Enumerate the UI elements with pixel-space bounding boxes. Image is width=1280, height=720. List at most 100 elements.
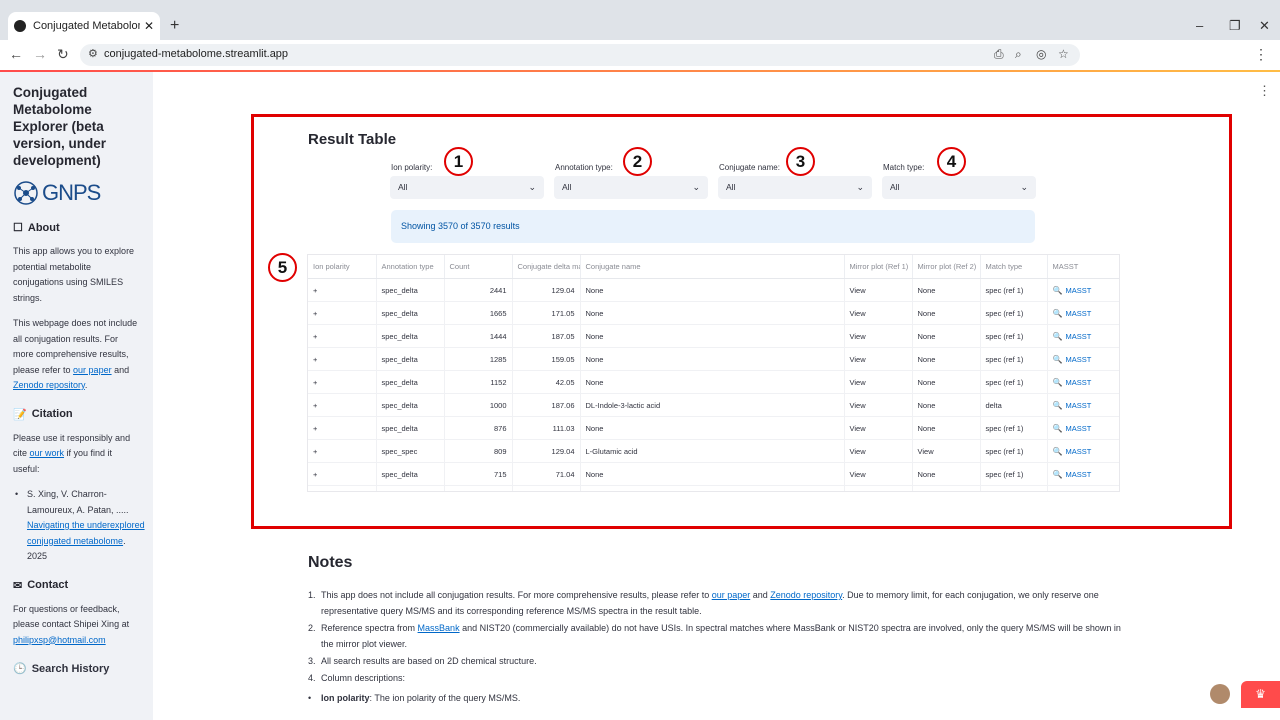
table-cell[interactable]: None (912, 485, 981, 491)
masst-link[interactable]: MASST (1065, 355, 1091, 364)
table-row[interactable]: +spec_delta673159.075-HydroxytryptopholV… (308, 485, 1119, 491)
annotation-type-select[interactable]: All ⌄ (554, 176, 708, 199)
column-header[interactable]: Mirror plot (Ref 2) (912, 255, 981, 279)
column-header[interactable]: Mirror plot (Ref 1) (844, 255, 913, 279)
column-header[interactable]: Count (444, 255, 513, 279)
masst-link[interactable]: MASST (1065, 470, 1091, 479)
table-cell[interactable]: 🔍MASST (1047, 301, 1119, 325)
table-cell[interactable]: 🔍MASST (1047, 485, 1119, 491)
reload-icon[interactable]: ↻ (57, 46, 69, 63)
table-row[interactable]: + spec_delta 1665 171.05 None View None spec (r… (308, 301, 1119, 325)
match-type-select[interactable]: All ⌄ (882, 176, 1036, 199)
column-header[interactable]: Conjugate name (580, 255, 845, 279)
table-cell[interactable]: None (912, 278, 981, 302)
table-cell[interactable]: 🔍MASST (1047, 347, 1119, 371)
table-cell[interactable]: None (912, 301, 981, 325)
contact-email-link[interactable]: philipxsp@hotmail.com (13, 635, 106, 645)
table-cell[interactable]: None (912, 416, 981, 440)
envelope-icon: ✉ (13, 579, 23, 592)
note-3-text: All search results are based on 2D chemi… (321, 656, 537, 666)
browser-tabstrip: Conjugated Metabolome Explor ✕ + – ❐ ✕ (0, 0, 1280, 40)
conjugate-name-select[interactable]: All ⌄ (718, 176, 872, 199)
table-cell[interactable]: View (912, 439, 981, 463)
app-menu-icon[interactable]: ⋮ (1258, 83, 1271, 99)
table-cell[interactable]: View (844, 301, 913, 325)
table-cell: spec (ref 1) (980, 439, 1048, 463)
table-cell[interactable]: 🔍MASST (1047, 462, 1119, 486)
table-cell[interactable]: None (912, 347, 981, 371)
note-zenodo-link[interactable]: Zenodo repository (770, 590, 842, 600)
about-heading-text: About (27, 221, 60, 234)
table-cell[interactable]: 🔍MASST (1047, 278, 1119, 302)
install-app-icon[interactable]: ⎙ (994, 47, 1004, 62)
streamlit-badge-icon[interactable]: ♛ (1241, 681, 1280, 708)
table-cell: 1665 (444, 301, 513, 325)
column-header[interactable]: Annotation type (376, 255, 445, 279)
zenodo-link[interactable]: Zenodo repository (13, 380, 85, 390)
masst-link[interactable]: MASST (1065, 332, 1091, 341)
table-cell[interactable]: View (844, 324, 913, 348)
table-cell[interactable]: View (844, 439, 913, 463)
bookmark-star-icon[interactable]: ☆ (1058, 47, 1069, 61)
table-row[interactable]: + spec_delta 715 71.04 None View None spec (ref… (308, 462, 1119, 486)
table-row[interactable]: + spec_spec 809 129.04 L-Glutamic acid View Vi… (308, 439, 1119, 463)
user-avatar[interactable] (1210, 684, 1230, 704)
our-work-link[interactable]: our work (30, 448, 65, 458)
masst-link[interactable]: MASST (1065, 447, 1091, 456)
forward-icon[interactable]: → (33, 46, 47, 62)
table-cell[interactable]: View (844, 393, 913, 417)
table-cell[interactable]: 🔍MASST (1047, 416, 1119, 440)
minimize-icon[interactable]: – (1196, 18, 1203, 33)
table-cell[interactable]: 🔍MASST (1047, 370, 1119, 394)
table-row[interactable]: + spec_delta 1444 187.05 None View None spec (r… (308, 324, 1119, 348)
table-cell[interactable]: View (844, 278, 913, 302)
masst-link[interactable]: MASST (1065, 424, 1091, 433)
ion-polarity-select[interactable]: All ⌄ (390, 176, 544, 199)
column-header[interactable]: Match type (980, 255, 1048, 279)
result-table[interactable]: Ion polarity Annotation type Count Conjugat… (307, 254, 1120, 492)
table-cell[interactable]: View (844, 347, 913, 371)
restore-icon[interactable]: ❐ (1229, 18, 1241, 34)
browser-tab[interactable]: Conjugated Metabolome Explor ✕ (8, 12, 160, 40)
eye-slash-icon[interactable]: ◎ (1036, 47, 1046, 61)
our-paper-link[interactable]: our paper (73, 365, 112, 375)
table-cell[interactable]: None (912, 462, 981, 486)
table-cell[interactable]: View (844, 485, 913, 491)
table-cell[interactable]: 🔍MASST (1047, 324, 1119, 348)
reference-authors: S. Xing, V. Charron-Lamoureux, A. Patan,… (27, 489, 129, 515)
address-bar[interactable]: ⚙ conjugated-metabolome.streamlit.app ⎙ … (80, 44, 1080, 66)
reference-link[interactable]: Navigating the underexplored conjugated … (27, 520, 145, 546)
massbank-link[interactable]: MassBank (418, 623, 460, 633)
masst-link[interactable]: MASST (1065, 401, 1091, 410)
zoom-icon[interactable]: ⌕ (1015, 47, 1022, 62)
column-header[interactable]: Ion polarity (308, 255, 377, 279)
masst-link[interactable]: MASST (1065, 286, 1091, 295)
table-row[interactable]: + spec_delta 2441 129.04 None View None spec (r… (308, 278, 1119, 302)
column-header[interactable]: Conjugate delta mass (512, 255, 581, 279)
table-cell[interactable]: View (844, 370, 913, 394)
window-close-icon[interactable]: ✕ (1259, 18, 1270, 34)
table-cell[interactable]: None (912, 393, 981, 417)
table-row[interactable]: + spec_delta 1000 187.06 DL-Indole-3-lactic … (308, 393, 1119, 417)
masst-link[interactable]: MASST (1065, 378, 1091, 387)
table-cell[interactable]: 🔍MASST (1047, 439, 1119, 463)
back-icon[interactable]: ← (9, 46, 23, 62)
tab-close-icon[interactable]: ✕ (144, 19, 154, 33)
new-tab-button[interactable]: + (170, 17, 179, 35)
table-row[interactable]: + spec_delta 1285 159.05 None View None spec (r… (308, 347, 1119, 371)
site-settings-icon[interactable]: ⚙ (88, 47, 98, 60)
column-header[interactable]: MASST (1047, 255, 1119, 279)
table-row[interactable]: + spec_delta 1152 42.05 None View None spec (re… (308, 370, 1119, 394)
table-row[interactable]: + spec_delta 876 111.03 None View None spec (re… (308, 416, 1119, 440)
table-cell[interactable]: View (844, 416, 913, 440)
table-cell[interactable]: None (912, 370, 981, 394)
table-cell: + (308, 462, 377, 486)
table-cell[interactable]: None (912, 324, 981, 348)
masst-link[interactable]: MASST (1065, 309, 1091, 318)
annotation-marker-4: 4 (937, 147, 966, 176)
about-text-2: This webpage does not include all conjug… (13, 316, 141, 394)
browser-menu-icon[interactable]: ⋮ (1254, 46, 1268, 63)
table-cell[interactable]: 🔍MASST (1047, 393, 1119, 417)
table-cell[interactable]: View (844, 462, 913, 486)
note-our-paper-link[interactable]: our paper (712, 590, 751, 600)
